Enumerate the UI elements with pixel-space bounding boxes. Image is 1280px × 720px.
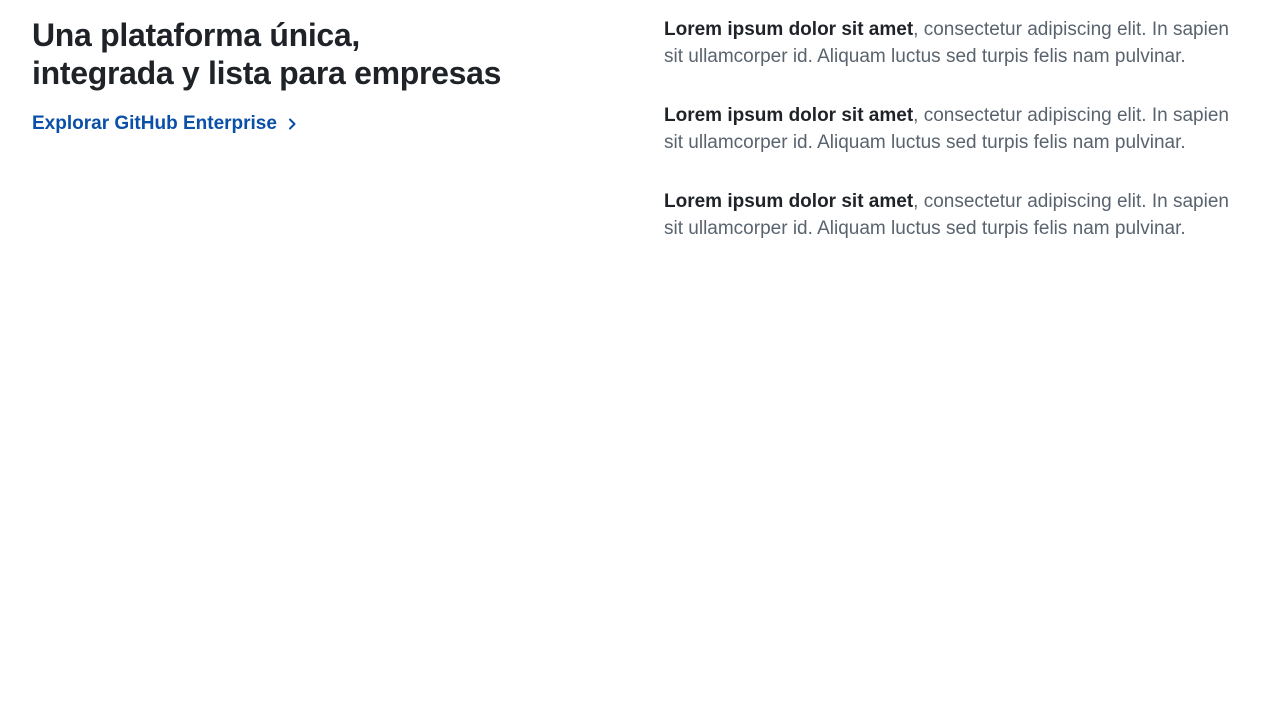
section-heading: Una plataforma única, integrada y lista …: [32, 17, 502, 91]
enterprise-section: Una plataforma única, integrada y lista …: [0, 0, 1280, 720]
feature-title: Lorem ipsum dolor sit amet: [664, 191, 914, 212]
explore-enterprise-link[interactable]: Explorar GitHub Enterprise: [32, 112, 299, 136]
explore-enterprise-link-label: Explorar GitHub Enterprise: [32, 113, 277, 134]
feature-list: Lorem ipsum dolor sit amet, consectetur …: [664, 16, 1244, 274]
feature-title: Lorem ipsum dolor sit amet: [664, 105, 914, 126]
feature-title: Lorem ipsum dolor sit amet: [664, 19, 914, 40]
feature-item: Lorem ipsum dolor sit amet, consectetur …: [664, 16, 1244, 70]
section-intro: Una plataforma única, integrada y lista …: [32, 16, 592, 136]
chevron-right-icon: [285, 117, 299, 131]
feature-item: Lorem ipsum dolor sit amet, consectetur …: [664, 188, 1244, 242]
feature-item: Lorem ipsum dolor sit amet, consectetur …: [664, 102, 1244, 156]
